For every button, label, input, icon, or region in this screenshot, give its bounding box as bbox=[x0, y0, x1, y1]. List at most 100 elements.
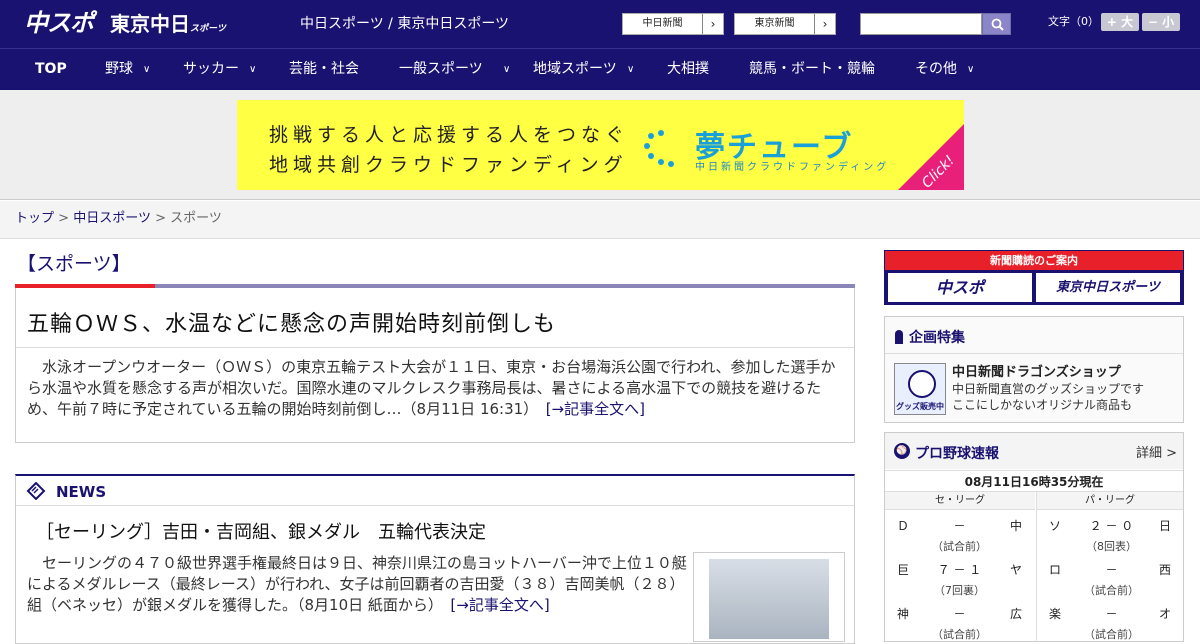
game-team-away: 広 bbox=[1009, 607, 1022, 621]
game-row[interactable]: ７ － １ 巨 ヤ （7回裏） bbox=[885, 555, 1034, 599]
game-team-home: 楽 bbox=[1049, 607, 1062, 621]
news-thumbnail[interactable] bbox=[693, 552, 845, 642]
special-title-text: 企画特集 bbox=[909, 330, 965, 346]
game-row[interactable]: ２ － ０ ソ 日 （8回表） bbox=[1037, 511, 1183, 555]
subscribe-chuspo-button[interactable]: 中スポ bbox=[888, 273, 1032, 302]
search-button[interactable] bbox=[982, 13, 1011, 35]
subscribe-tokyo-chunichi-button[interactable]: 東京中日スポーツ bbox=[1036, 273, 1180, 302]
news-heading: NEWS bbox=[56, 483, 107, 501]
game-team-away: オ bbox=[1158, 607, 1171, 621]
nav-soccer-label: サッカー bbox=[183, 61, 239, 77]
game-team-away: ヤ bbox=[1009, 563, 1022, 577]
nav-racing[interactable]: 競馬・ボート・競輪 bbox=[749, 49, 875, 90]
chevron-right-icon: › bbox=[710, 17, 716, 31]
baseball-timestamp: 08月11日16時35分現在 bbox=[885, 470, 1183, 492]
chevron-right-icon: › bbox=[822, 17, 828, 31]
top-header: 中スポ 東京中日スポーツ 中日スポーツ / 東京中日スポーツ 中日新聞 › 東京… bbox=[0, 0, 1200, 48]
nav-baseball[interactable]: 野球 ∨ bbox=[105, 49, 165, 90]
nav-regional-sports[interactable]: 地域スポーツ ∨ bbox=[533, 49, 643, 90]
banner-line-1: 挑戦する人と応援する人をつなぐ bbox=[269, 124, 630, 146]
tokyo-chunichi-logo-small: スポーツ bbox=[190, 24, 226, 34]
chevron-down-icon: ∨ bbox=[503, 64, 511, 75]
top-story-more-link[interactable]: [→記事全文へ] bbox=[546, 400, 645, 418]
game-row[interactable]: － Ｄ 中 （試合前） bbox=[885, 511, 1034, 555]
nav-top[interactable]: TOP bbox=[35, 49, 67, 90]
chevron-down-icon: ∨ bbox=[627, 64, 635, 75]
game-team-home: Ｄ bbox=[897, 519, 910, 533]
baseball-title: プロ野球速報 bbox=[915, 446, 999, 462]
news-section: NEWS ［セーリング］吉田・吉岡組、銀メダル 五輪代表決定 セーリングの４７０… bbox=[15, 474, 855, 644]
nav-other[interactable]: その他 ∨ bbox=[915, 49, 985, 90]
banner-line-2: 地域共創クラウドファンディング bbox=[269, 154, 628, 176]
sailing-photo bbox=[709, 559, 829, 639]
breadcrumb-top[interactable]: トップ bbox=[15, 211, 54, 226]
game-row[interactable]: － ロ 西 （試合前） bbox=[1037, 555, 1183, 599]
league-pacific: パ・リーグ bbox=[1037, 492, 1183, 510]
breadcrumb-chunichi-sports[interactable]: 中日スポーツ bbox=[73, 211, 151, 226]
chunichi-shimbun-label: 中日新聞 bbox=[623, 14, 703, 34]
dragons-shop-logo[interactable]: グッズ販売中 bbox=[894, 363, 946, 415]
top-story-text: 水泳オープンウオーター（ＯＷＳ）の東京五輪テスト大会が１１日、東京・お台場海浜公… bbox=[27, 358, 836, 418]
baseball-icon: ⚾ bbox=[894, 443, 910, 459]
game-status: （7回裏） bbox=[934, 584, 985, 597]
ad-band: 挑戦する人と応援する人をつなぐ 地域共創クラウドファンディング 夢チューブ 中日… bbox=[0, 90, 1200, 200]
font-size-label: 文字（0） bbox=[1048, 15, 1099, 28]
top-story-body: 水泳オープンウオーター（ＯＷＳ）の東京五輪テスト大会が１１日、東京・お台場海浜公… bbox=[27, 357, 847, 420]
search-icon bbox=[991, 18, 1004, 31]
nav-regional-sports-label: 地域スポーツ bbox=[533, 61, 617, 77]
pin-icon bbox=[895, 330, 903, 344]
news-more-link[interactable]: [→記事全文へ] bbox=[450, 596, 549, 614]
tokyo-chunichi-logo[interactable]: 東京中日スポーツ bbox=[110, 11, 226, 37]
main-nav: TOP 野球 ∨ サッカー ∨ 芸能・社会 一般スポーツ ∨ 地域スポーツ ∨ 大相撲 … bbox=[0, 48, 1200, 90]
game-row[interactable]: － 楽 オ （試合前） bbox=[1037, 599, 1183, 643]
divider bbox=[885, 353, 1183, 354]
dragons-shop-desc-1: 中日新聞直営のグッズショップです bbox=[952, 382, 1145, 396]
font-larger-button[interactable]: + 大 bbox=[1101, 13, 1139, 31]
top-story: 五輪ＯＷＳ、水温などに懸念の声開始時刻前倒しも 水泳オープンウオーター（ＯＷＳ）… bbox=[15, 288, 855, 443]
breadcrumb: トップ > 中日スポーツ > スポーツ bbox=[0, 201, 1200, 239]
nav-baseball-label: 野球 bbox=[105, 61, 133, 77]
game-row[interactable]: － 神 広 （試合前） bbox=[885, 599, 1034, 643]
special-feature: 企画特集 グッズ販売中 中日新聞ドラゴンズショップ 中日新聞直営のグッズショップ… bbox=[884, 316, 1184, 423]
tokyo-shimbun-button[interactable]: 東京新聞 › bbox=[734, 13, 836, 35]
chevron-down-icon: ∨ bbox=[143, 64, 151, 75]
chevron-down-icon: ∨ bbox=[249, 64, 257, 75]
baseball-detail-link[interactable]: 詳細 > bbox=[1136, 442, 1177, 461]
news-body: セーリングの４７０級世界選手権最終日は９日、神奈川県江の島ヨットハーバー沖で上位… bbox=[27, 553, 687, 616]
chunichi-shimbun-button[interactable]: 中日新聞 › bbox=[622, 13, 724, 35]
game-team-home: ソ bbox=[1049, 519, 1062, 533]
tokyo-shimbun-label: 東京新聞 bbox=[735, 14, 815, 34]
font-smaller-button[interactable]: − 小 bbox=[1142, 13, 1180, 31]
pacific-games: ２ － ０ ソ 日 （8回表） － ロ 西 （試合前） － 楽 オ （試合前） bbox=[1037, 511, 1183, 643]
game-team-away: 中 bbox=[1009, 519, 1022, 533]
subscription-box: 新聞購読のご案内 中スポ 東京中日スポーツ bbox=[884, 250, 1184, 305]
nav-general-sports-label: 一般スポーツ bbox=[399, 61, 483, 77]
nav-sumo[interactable]: 大相撲 bbox=[667, 49, 709, 90]
game-team-home: 神 bbox=[897, 607, 910, 621]
section-title: 【スポーツ】 bbox=[17, 253, 131, 275]
site-links[interactable]: 中日スポーツ / 東京中日スポーツ bbox=[300, 15, 509, 33]
breadcrumb-separator: > bbox=[155, 211, 166, 226]
news-header: NEWS bbox=[16, 476, 854, 506]
banner-brand-sub: 中日新聞クラウドファンディング bbox=[695, 162, 890, 173]
search-input[interactable] bbox=[860, 13, 982, 35]
crowdfunding-banner[interactable]: 挑戦する人と応援する人をつなぐ 地域共創クラウドファンディング 夢チューブ 中日… bbox=[237, 100, 964, 190]
baseball-scores: ⚾ プロ野球速報 詳細 > 08月11日16時35分現在 セ・リーグ パ・リーグ… bbox=[884, 432, 1184, 642]
top-story-headline[interactable]: 五輪ＯＷＳ、水温などに懸念の声開始時刻前倒しも bbox=[27, 306, 556, 338]
baseball-header: ⚾ プロ野球速報 詳細 > bbox=[885, 433, 1183, 469]
game-status: （試合前） bbox=[1084, 584, 1139, 597]
nav-entertainment[interactable]: 芸能・社会 bbox=[289, 49, 359, 90]
nav-general-sports[interactable]: 一般スポーツ ∨ bbox=[399, 49, 519, 90]
dragons-shop-link[interactable]: 中日新聞ドラゴンズショップ bbox=[952, 361, 1121, 380]
game-team-home: 巨 bbox=[897, 563, 910, 577]
news-text: セーリングの４７０級世界選手権最終日は９日、神奈川県江の島ヨットハーバー沖で上位… bbox=[27, 554, 687, 614]
game-status: （試合前） bbox=[932, 540, 987, 553]
news-headline[interactable]: ［セーリング］吉田・吉岡組、銀メダル 五輪代表決定 bbox=[36, 518, 486, 544]
game-team-home: ロ bbox=[1049, 563, 1062, 577]
dragons-shop-desc-2: ここにしかないオリジナル商品も bbox=[952, 398, 1133, 412]
nav-soccer[interactable]: サッカー ∨ bbox=[183, 49, 273, 90]
chuspo-logo[interactable]: 中スポ bbox=[24, 8, 94, 38]
dragons-shop-desc: 中日新聞直営のグッズショップです ここにしかないオリジナル商品も bbox=[952, 381, 1144, 413]
chevron-down-icon: ∨ bbox=[967, 64, 975, 75]
breadcrumb-separator: > bbox=[58, 211, 70, 226]
